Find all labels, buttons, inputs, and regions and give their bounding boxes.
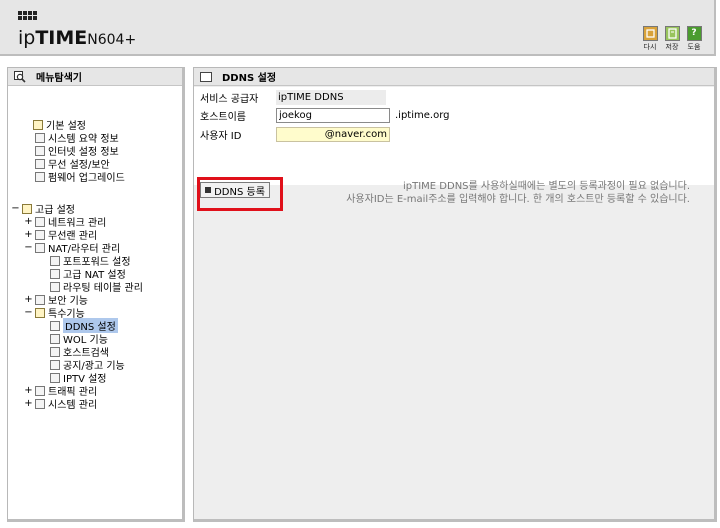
expand-toggle[interactable]: +	[24, 385, 33, 396]
network-icon	[35, 216, 45, 227]
router-icon	[35, 242, 45, 253]
document-icon	[50, 333, 60, 344]
panel-title: DDNS 설정	[222, 73, 277, 84]
magnifier-icon	[14, 70, 26, 83]
document-icon	[50, 359, 60, 370]
logo-ip: ip	[18, 27, 36, 49]
provider-row: 서비스 공급자 ipTIME DDNS	[200, 89, 386, 105]
ddns-settings-panel: DDNS 설정 서비스 공급자 ipTIME DDNS 호스트이름 .iptim…	[193, 67, 717, 522]
document-icon	[50, 255, 60, 266]
back-label: 다시	[643, 43, 657, 51]
info-line-1: ipTIME DDNS를 사용하실때에는 별도의 등록과정이 필요 없습니다.	[402, 181, 690, 192]
menu-explorer-header: 메뉴탐색기	[8, 68, 182, 86]
folder-icon	[33, 119, 43, 130]
provider-value: ipTIME DDNS	[276, 89, 386, 105]
collapse-toggle[interactable]: −	[11, 203, 20, 214]
document-icon	[50, 268, 60, 279]
header-tools: 다시 저장 ? 도움	[642, 26, 702, 52]
document-icon	[50, 346, 60, 357]
menu-explorer: 메뉴탐색기 기본 설정 시스템 요약 정보 인터넷 설정 정보 무선 설정/보안…	[7, 67, 185, 522]
ddns-register-area: DDNS 등록 ipTIME DDNS를 사용하실때에는 별도의 등록과정이 필…	[194, 173, 714, 217]
document-icon	[50, 320, 60, 331]
ddns-form: 서비스 공급자 ipTIME DDNS 호스트이름 .iptime.org 사용…	[194, 87, 714, 185]
expand-toggle[interactable]: +	[24, 229, 33, 240]
ddns-register-button[interactable]: DDNS 등록	[200, 182, 270, 198]
panel-header: DDNS 설정	[194, 68, 714, 86]
userid-input[interactable]	[276, 126, 390, 142]
collapse-toggle[interactable]: −	[24, 242, 33, 253]
ddns-info-text: ipTIME DDNS를 사용하실때에는 별도의 등록과정이 필요 없습니다. …	[346, 180, 690, 206]
document-icon	[50, 281, 60, 292]
host-label: 호스트이름	[200, 111, 246, 123]
traffic-icon	[35, 385, 45, 396]
tree-firmware-upgrade[interactable]: 펌웨어 업그레이드	[35, 170, 125, 184]
info-line-2: 사용자ID는 E-mail주소를 입력해야 합니다. 한 개의 호스트만 등록할…	[346, 194, 690, 205]
iptime-logo: ipTIMEN604+	[18, 27, 136, 49]
help-label: 도움	[687, 43, 701, 51]
logo-time: TIME	[35, 27, 88, 49]
provider-label: 서비스 공급자	[200, 93, 259, 105]
expand-toggle[interactable]: +	[24, 216, 33, 227]
collapse-toggle[interactable]: −	[24, 307, 33, 318]
folder-icon	[22, 203, 32, 214]
wireless-icon	[35, 158, 45, 169]
host-suffix: .iptime.org	[395, 109, 450, 121]
bullet-icon	[205, 187, 212, 193]
expand-toggle[interactable]: +	[24, 398, 33, 409]
userid-row: 사용자 ID	[200, 126, 390, 142]
chart-icon	[35, 398, 45, 409]
document-icon	[50, 372, 60, 383]
upgrade-icon	[35, 171, 45, 182]
globe-icon	[35, 145, 45, 156]
back-button[interactable]: 다시	[642, 26, 658, 52]
menu-explorer-title: 메뉴탐색기	[36, 73, 82, 84]
host-input[interactable]	[276, 107, 390, 123]
help-icon: ?	[686, 26, 702, 41]
folder-icon	[35, 307, 45, 318]
logo-model: N604+	[87, 32, 137, 48]
expand-toggle[interactable]: +	[24, 294, 33, 305]
wireless-icon	[35, 229, 45, 240]
save-icon	[664, 26, 680, 41]
window-icon	[200, 71, 212, 82]
save-label: 저장	[665, 43, 679, 51]
tree-system-management[interactable]: + 시스템 관리	[24, 397, 97, 411]
save-button[interactable]: 저장	[664, 26, 680, 52]
header-bar: ipTIMEN604+ 다시 저장 ? 도움	[0, 0, 716, 56]
userid-label: 사용자 ID	[200, 130, 242, 142]
host-row: 호스트이름 .iptime.org	[200, 107, 449, 123]
logo-dots	[18, 11, 37, 20]
back-icon	[642, 26, 658, 41]
chart-icon	[35, 132, 45, 143]
lock-icon	[35, 294, 45, 305]
help-button[interactable]: ? 도움	[686, 26, 702, 52]
